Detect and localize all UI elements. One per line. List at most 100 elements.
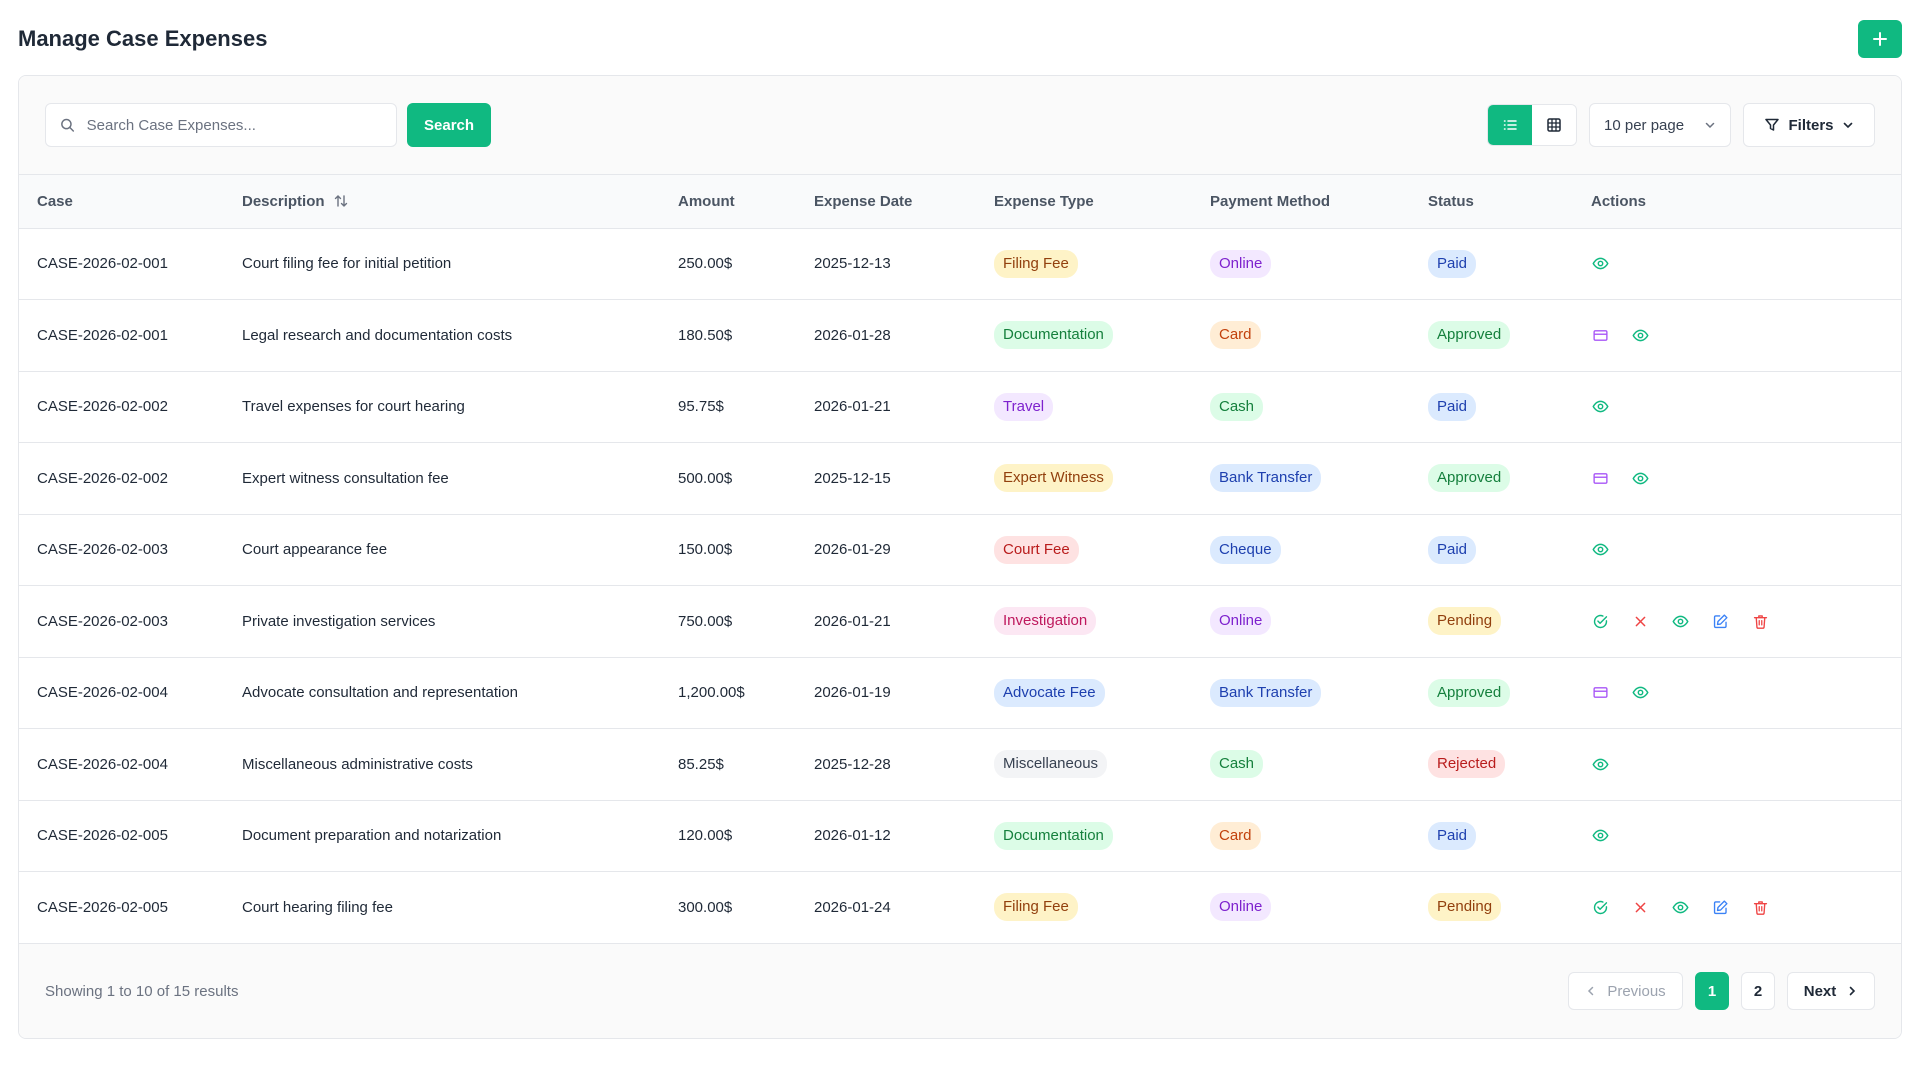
per-page-select[interactable]: 10 per page (1589, 103, 1731, 147)
pay-action-button[interactable] (1591, 683, 1610, 702)
cell-expense-type: Advocate Fee (994, 657, 1210, 729)
cell-status: Paid (1428, 800, 1591, 872)
column-header-description[interactable]: Description (242, 175, 678, 228)
approve-action-button[interactable] (1591, 898, 1610, 917)
view-action-button[interactable] (1591, 540, 1610, 559)
pagination-footer: Showing 1 to 10 of 15 results Previous 1… (19, 943, 1901, 1038)
page-button-2[interactable]: 2 (1741, 972, 1775, 1010)
approve-action-button[interactable] (1591, 612, 1610, 631)
status-badge: Paid (1428, 821, 1477, 850)
cell-actions (1591, 800, 1901, 872)
status-badge: Approved (1428, 321, 1511, 350)
cell-actions (1591, 657, 1901, 729)
eye-icon (1672, 899, 1689, 916)
header-row: Case Description Amount Expense Date Exp… (19, 175, 1901, 228)
status-badge: Approved (1428, 464, 1511, 493)
eye-icon (1592, 827, 1609, 844)
view-action-button[interactable] (1631, 469, 1650, 488)
status-badge: Approved (1428, 678, 1511, 707)
cell-expense-date: 2026-01-12 (814, 827, 891, 845)
column-header-status: Status (1428, 192, 1474, 210)
expense-type-badge: Filing Fee (994, 249, 1078, 278)
edit-action-button[interactable] (1711, 612, 1730, 631)
cell-status: Approved (1428, 300, 1591, 372)
sort-icon[interactable] (333, 193, 349, 209)
per-page-label: 10 per page (1604, 116, 1685, 134)
payment-method-badge: Online (1210, 249, 1272, 278)
cell-expense-date: 2026-01-29 (814, 541, 891, 559)
grid-view-button[interactable] (1532, 105, 1576, 145)
cell-amount: 500.00$ (678, 469, 733, 487)
expense-type-badge: Filing Fee (994, 893, 1078, 922)
cell-amount: 300.00$ (678, 898, 733, 916)
reject-action-button[interactable] (1631, 898, 1650, 917)
payment-method-badge: Bank Transfer (1210, 678, 1322, 707)
view-action-button[interactable] (1671, 612, 1690, 631)
cell-payment-method: Online (1210, 586, 1428, 658)
eye-icon (1632, 470, 1649, 487)
page-button-1[interactable]: 1 (1695, 972, 1729, 1010)
delete-action-button[interactable] (1751, 612, 1770, 631)
edit-action-button[interactable] (1711, 898, 1730, 917)
page-header: Manage Case Expenses (18, 18, 1902, 60)
add-expense-button[interactable] (1858, 20, 1902, 58)
previous-label: Previous (1607, 982, 1666, 1000)
cell-amount: 250.00$ (678, 255, 733, 273)
cell-actions (1591, 228, 1901, 300)
view-action-button[interactable] (1671, 898, 1690, 917)
column-header-description-label: Description (242, 192, 325, 210)
cell-amount: 180.50$ (678, 326, 733, 344)
cell-description: Travel expenses for court hearing (242, 398, 465, 416)
row-actions (1591, 540, 1901, 559)
cell-description: Document preparation and notarization (242, 827, 502, 845)
delete-action-button[interactable] (1751, 898, 1770, 917)
cell-description: Expert witness consultation fee (242, 469, 449, 487)
search-input[interactable] (86, 116, 382, 134)
next-page-button[interactable]: Next (1787, 972, 1875, 1010)
row-actions (1591, 898, 1901, 917)
search-icon (61, 118, 75, 132)
cell-expense-date: 2025-12-15 (814, 469, 891, 487)
plus-icon (1873, 32, 1887, 46)
reject-action-button[interactable] (1631, 612, 1650, 631)
list-view-button[interactable] (1488, 105, 1532, 145)
row-actions (1591, 469, 1901, 488)
column-header-case: Case (37, 192, 73, 210)
cell-description: Miscellaneous administrative costs (242, 755, 473, 773)
filters-button[interactable]: Filters (1743, 103, 1875, 147)
cell-status: Pending (1428, 872, 1591, 944)
view-action-button[interactable] (1631, 683, 1650, 702)
cell-amount: 120.00$ (678, 827, 733, 845)
view-action-button[interactable] (1631, 326, 1650, 345)
table-row: CASE-2026-02-004 Advocate consultation an… (19, 657, 1901, 729)
cell-case: CASE-2026-02-004 (37, 755, 168, 773)
status-badge: Paid (1428, 249, 1477, 278)
view-action-button[interactable] (1591, 826, 1610, 845)
cell-case: CASE-2026-02-001 (37, 255, 168, 273)
search-area: Search (45, 103, 492, 147)
table-row: CASE-2026-02-001 Court filing fee for ini… (19, 228, 1901, 300)
payment-method-badge: Online (1210, 607, 1272, 636)
search-button[interactable]: Search (407, 103, 492, 147)
cell-expense-type: Court Fee (994, 514, 1210, 586)
view-action-button[interactable] (1591, 254, 1610, 273)
cell-expense-date: 2026-01-24 (814, 898, 891, 916)
cell-expense-date: 2026-01-28 (814, 326, 891, 344)
view-controls: 10 per page Filters (1487, 103, 1875, 147)
expense-type-badge: Court Fee (994, 535, 1079, 564)
view-toggle (1487, 104, 1577, 146)
pay-action-button[interactable] (1591, 469, 1610, 488)
credit-card-icon (1592, 684, 1609, 701)
status-badge: Paid (1428, 535, 1477, 564)
view-action-button[interactable] (1591, 397, 1610, 416)
previous-page-button[interactable]: Previous (1568, 972, 1683, 1010)
search-box[interactable] (45, 103, 397, 147)
eye-icon (1632, 327, 1649, 344)
cell-expense-type: Documentation (994, 800, 1210, 872)
cell-case: CASE-2026-02-001 (37, 326, 168, 344)
view-action-button[interactable] (1591, 755, 1610, 774)
results-summary: Showing 1 to 10 of 15 results (45, 982, 239, 1000)
pay-action-button[interactable] (1591, 326, 1610, 345)
expense-type-badge: Documentation (994, 821, 1113, 850)
cell-amount: 1,200.00$ (678, 684, 745, 702)
